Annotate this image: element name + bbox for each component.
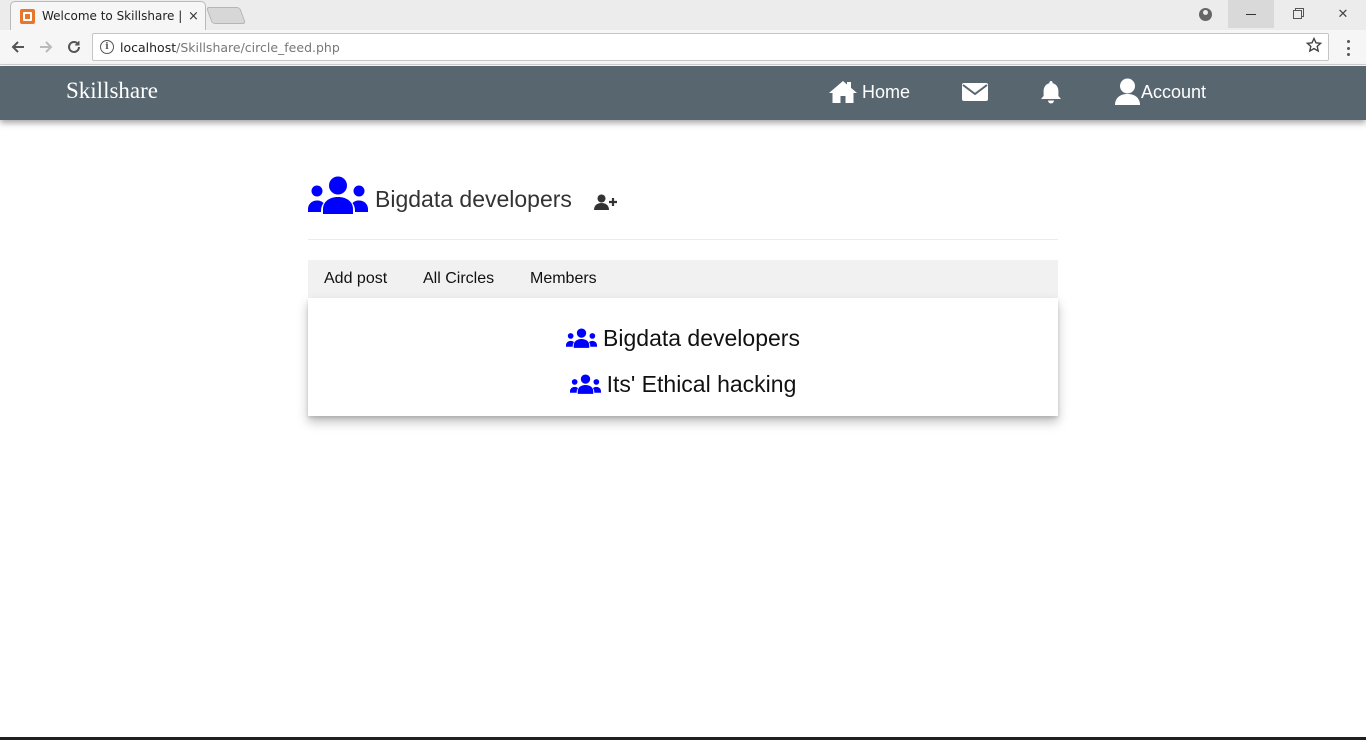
reload-icon — [68, 40, 80, 53]
circle-list-item[interactable]: Bigdata developers — [308, 321, 1058, 355]
close-icon: ✕ — [1337, 6, 1349, 22]
minimize-icon — [1246, 13, 1256, 15]
envelope-icon — [962, 83, 988, 101]
nav-account[interactable]: Account — [1114, 78, 1206, 106]
home-icon — [829, 81, 857, 103]
user-icon — [1115, 78, 1140, 105]
back-button[interactable] — [6, 35, 30, 59]
circle-title: Bigdata developers — [375, 186, 572, 212]
profile-button[interactable] — [1182, 0, 1228, 28]
tab-close-icon[interactable]: × — [188, 10, 199, 23]
brand-logo[interactable]: Skillshare — [66, 78, 158, 104]
address-bar[interactable]: i localhost/Skillshare/circle_feed.php — [92, 33, 1329, 61]
nav-home[interactable]: Home — [828, 78, 910, 106]
users-icon — [308, 176, 368, 214]
nav-home-label: Home — [862, 81, 911, 102]
restore-button[interactable] — [1274, 0, 1320, 28]
circle-list-item-label: Its' Ethical hacking — [606, 370, 797, 397]
new-tab-button[interactable] — [205, 7, 247, 24]
tab-add-post[interactable]: Add post — [324, 270, 387, 288]
all-circles-dropdown: Bigdata developers Its' Ethical hacking — [308, 298, 1058, 416]
browser-tab-title: Welcome to Skillshare | B — [42, 9, 182, 23]
minimize-button[interactable] — [1228, 0, 1274, 28]
browser-tab-content[interactable]: Welcome to Skillshare | B × — [20, 4, 208, 28]
tab-members[interactable]: Members — [530, 270, 597, 288]
circle-list-item-label: Bigdata developers — [603, 324, 800, 351]
browser-toolbar: i localhost/Skillshare/circle_feed.php — [0, 30, 1366, 65]
url-path: /Skillshare/circle_feed.php — [176, 40, 340, 55]
circle-heading: Bigdata developers — [308, 170, 618, 214]
user-plus-icon[interactable] — [593, 194, 618, 210]
arrow-right-icon — [40, 41, 53, 53]
divider — [308, 239, 1058, 240]
circle-list-item[interactable]: Its' Ethical hacking — [308, 367, 1058, 401]
forward-button[interactable] — [34, 35, 58, 59]
url-host: localhost — [120, 40, 177, 55]
favicon-icon — [20, 8, 35, 24]
window-close-button[interactable]: ✕ — [1320, 0, 1366, 28]
url-text[interactable]: localhost/Skillshare/circle_feed.php — [120, 40, 340, 55]
users-icon — [566, 328, 598, 348]
browser-tabstrip: Welcome to Skillshare | B × ✕ — [0, 0, 1366, 30]
circle-tabs: Add post All Circles Members — [308, 260, 1058, 298]
profile-icon — [1198, 7, 1212, 21]
info-icon[interactable]: i — [100, 40, 114, 54]
nav-account-label: Account — [1141, 81, 1207, 102]
nav-notifications[interactable] — [1039, 78, 1063, 106]
nav-messages[interactable] — [961, 78, 989, 106]
menu-dots-icon[interactable] — [1340, 38, 1356, 58]
reload-button[interactable] — [62, 35, 86, 59]
restore-icon — [1292, 9, 1302, 19]
bookmark-star-icon[interactable] — [1305, 36, 1323, 57]
bell-icon — [1041, 81, 1061, 104]
tab-all-circles[interactable]: All Circles — [423, 270, 494, 288]
arrow-left-icon — [11, 41, 24, 53]
users-icon — [569, 374, 601, 394]
site-header: Skillshare Home Account — [0, 66, 1366, 120]
